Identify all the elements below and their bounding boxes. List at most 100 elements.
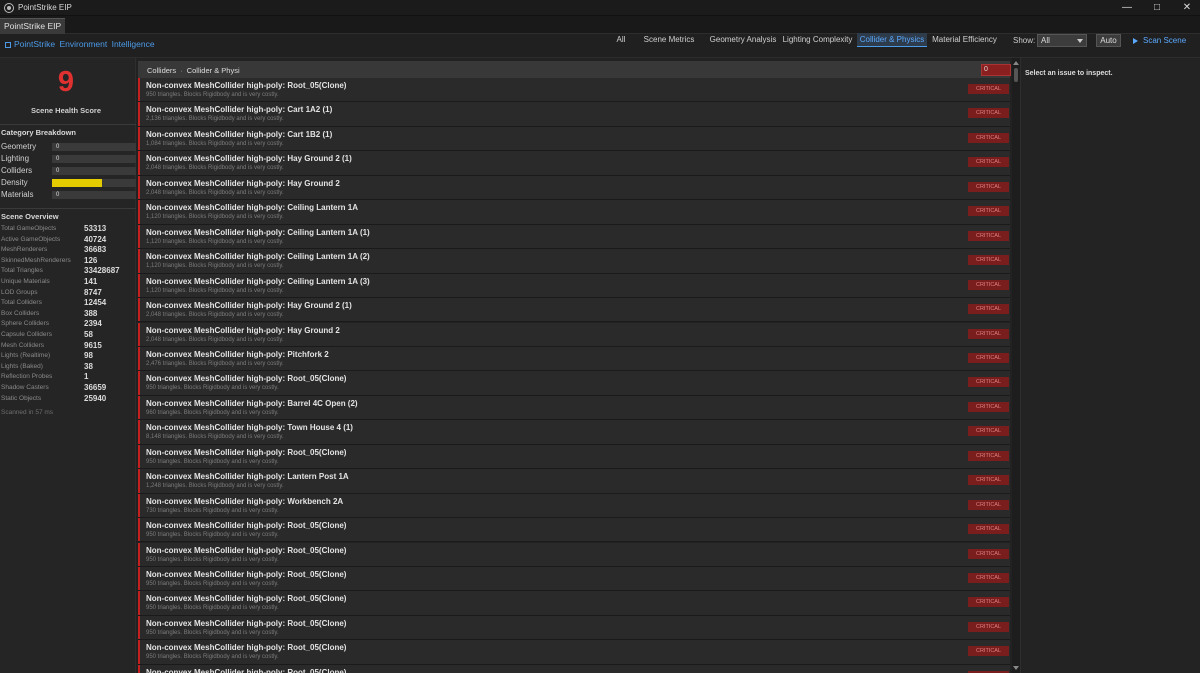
category-bar: 0 bbox=[52, 143, 136, 151]
issue-row[interactable]: Non-convex MeshCollider high-poly: Root_… bbox=[138, 567, 1010, 592]
overview-value: 12454 bbox=[84, 298, 107, 308]
scrollbar-thumb[interactable] bbox=[1014, 68, 1018, 82]
severity-stripe bbox=[138, 175, 140, 200]
issue-title: Non-convex MeshCollider high-poly: Hay G… bbox=[146, 178, 340, 188]
severity-stripe bbox=[138, 420, 140, 444]
tab-lighting-complexity[interactable]: Lighting Complexity bbox=[780, 33, 855, 47]
issue-description: 1,084 triangles. Blocks Rigidbody and is… bbox=[146, 140, 284, 147]
close-icon[interactable]: ✕ bbox=[1172, 0, 1200, 16]
severity-stripe bbox=[138, 542, 140, 566]
chevron-down-icon bbox=[1077, 39, 1083, 43]
tab-scene-metrics[interactable]: Scene Metrics bbox=[638, 33, 700, 47]
issue-title: Non-convex MeshCollider high-poly: Cart … bbox=[146, 129, 333, 139]
issue-row[interactable]: Non-convex MeshCollider high-poly: Cart … bbox=[138, 126, 1010, 152]
overview-row: Lights (Baked) 38 bbox=[1, 362, 135, 373]
severity-badge: CRITICAL bbox=[968, 597, 1009, 608]
auto-button[interactable]: Auto bbox=[1096, 34, 1121, 47]
show-filter-select[interactable]: All bbox=[1037, 34, 1087, 47]
tab-collider-physics[interactable]: Collider & Physics bbox=[857, 33, 927, 47]
overview-row: Total Triangles 33428687 bbox=[1, 266, 135, 277]
category-row: Materials 0 bbox=[1, 189, 136, 201]
health-score-label: Scene Health Score bbox=[30, 106, 102, 115]
overview-label: Lights (Realtime) bbox=[1, 352, 51, 360]
brand-title: PointStrike Environment Intelligence bbox=[5, 39, 157, 49]
category-name: Colliders bbox=[1, 166, 33, 175]
issue-row[interactable]: Non-convex MeshCollider high-poly: Root_… bbox=[138, 664, 1010, 673]
tab-geometry-analysis[interactable]: Geometry Analysis bbox=[705, 33, 781, 47]
issue-row[interactable]: Non-convex MeshCollider high-poly: Root_… bbox=[138, 78, 1010, 103]
issue-title: Non-convex MeshCollider high-poly: Root_… bbox=[146, 521, 347, 531]
issue-description: 2,048 triangles. Blocks Rigidbody and is… bbox=[146, 189, 284, 196]
issue-description: 1,120 triangles. Blocks Rigidbody and is… bbox=[146, 214, 284, 221]
overview-value: 53313 bbox=[84, 224, 107, 233]
issue-row[interactable]: Non-convex MeshCollider high-poly: Root_… bbox=[138, 542, 1010, 567]
list-scrollbar[interactable] bbox=[1012, 58, 1020, 673]
scan-scene-button[interactable]: Scan Scene bbox=[1127, 34, 1195, 47]
issue-row[interactable]: Non-convex MeshCollider high-poly: Pitch… bbox=[138, 346, 1010, 372]
issue-description: 2,048 triangles. Blocks Rigidbody and is… bbox=[146, 165, 284, 172]
issue-row[interactable]: Non-convex MeshCollider high-poly: Ceili… bbox=[138, 273, 1010, 298]
overview-value: 98 bbox=[84, 351, 93, 361]
severity-badge: CRITICAL bbox=[968, 475, 1009, 486]
issue-row[interactable]: Non-convex MeshCollider high-poly: Root_… bbox=[138, 371, 1010, 396]
category-bar-fill bbox=[52, 179, 102, 187]
window-title: PointStrike EIP bbox=[18, 3, 72, 12]
maximize-icon[interactable]: □ bbox=[1142, 0, 1172, 16]
scroll-up-icon[interactable] bbox=[1013, 61, 1019, 65]
issue-row[interactable]: Non-convex MeshCollider high-poly: Root_… bbox=[138, 518, 1010, 543]
overview-label: Total Colliders bbox=[1, 299, 42, 307]
category-row: Density bbox=[1, 177, 136, 189]
issue-row[interactable]: Non-convex MeshCollider high-poly: Hay G… bbox=[138, 151, 1010, 176]
issue-row[interactable]: Non-convex MeshCollider high-poly: Ceili… bbox=[138, 249, 1010, 274]
breadcrumb-separator: · bbox=[180, 66, 183, 75]
overview-label: Lights (Baked) bbox=[1, 362, 43, 370]
play-icon bbox=[1133, 38, 1138, 44]
inspector-panel: Select an issue to inspect. bbox=[1020, 58, 1200, 673]
issue-description: 950 triangles. Blocks Rigidbody and is v… bbox=[146, 385, 279, 392]
title-bar: PointStrike EIP — □ ✕ bbox=[0, 0, 1200, 16]
issue-title: Non-convex MeshCollider high-poly: Barre… bbox=[146, 398, 358, 408]
issue-row[interactable]: Non-convex MeshCollider high-poly: Ceili… bbox=[138, 224, 1010, 250]
overview-label: Mesh Colliders bbox=[1, 341, 44, 349]
issue-row[interactable]: Non-convex MeshCollider high-poly: Hay G… bbox=[138, 298, 1010, 323]
issue-row[interactable]: Non-convex MeshCollider high-poly: Workb… bbox=[138, 493, 1010, 519]
tab-material-efficiency[interactable]: Material Efficiency bbox=[929, 33, 1000, 47]
issue-row[interactable]: Non-convex MeshCollider high-poly: Root_… bbox=[138, 640, 1010, 665]
scroll-down-icon[interactable] bbox=[1013, 666, 1019, 670]
severity-stripe bbox=[138, 518, 140, 542]
issue-row[interactable]: Non-convex MeshCollider high-poly: Ceili… bbox=[138, 200, 1010, 225]
issue-row[interactable]: Non-convex MeshCollider high-poly: Hay G… bbox=[138, 322, 1010, 347]
issue-row[interactable]: Non-convex MeshCollider high-poly: Town … bbox=[138, 420, 1010, 445]
category-name: Density bbox=[1, 178, 28, 187]
severity-badge: CRITICAL bbox=[968, 304, 1009, 315]
issue-title: Non-convex MeshCollider high-poly: Hay G… bbox=[146, 325, 340, 335]
issue-row[interactable]: Non-convex MeshCollider high-poly: Barre… bbox=[138, 395, 1010, 421]
editor-tab[interactable]: PointStrike EIP bbox=[0, 18, 66, 34]
issue-row[interactable]: Non-convex MeshCollider high-poly: Lante… bbox=[138, 469, 1010, 494]
overview-label: Box Colliders bbox=[1, 309, 40, 317]
tab-all[interactable]: All bbox=[611, 33, 631, 47]
issue-row[interactable]: Non-convex MeshCollider high-poly: Cart … bbox=[138, 102, 1010, 127]
editor-tab-strip: PointStrike EIP bbox=[0, 16, 1200, 34]
severity-stripe bbox=[138, 273, 140, 297]
issue-row[interactable]: Non-convex MeshCollider high-poly: Root_… bbox=[138, 591, 1010, 616]
issue-row[interactable]: Non-convex MeshCollider high-poly: Hay G… bbox=[138, 175, 1010, 201]
overview-value: 2394 bbox=[84, 319, 102, 329]
severity-badge: CRITICAL bbox=[968, 84, 1009, 94]
category-bar: 0 bbox=[52, 167, 136, 175]
overview-label: MeshRenderers bbox=[1, 246, 48, 254]
severity-badge: CRITICAL bbox=[968, 499, 1009, 510]
issue-row[interactable]: Non-convex MeshCollider high-poly: Root_… bbox=[138, 615, 1010, 641]
issue-row[interactable]: Non-convex MeshCollider high-poly: Root_… bbox=[138, 444, 1010, 470]
overview-label: Active GameObjects bbox=[1, 235, 61, 243]
overview-row: Reflection Probes 1 bbox=[1, 372, 135, 383]
divider bbox=[0, 124, 136, 125]
category-row: Colliders 0 bbox=[1, 165, 136, 177]
minimize-icon[interactable]: — bbox=[1112, 0, 1142, 16]
issue-description: 8,148 triangles. Blocks Rigidbody and is… bbox=[146, 434, 284, 441]
overview-label: Total Triangles bbox=[1, 267, 43, 275]
issue-count-badge: 0 bbox=[981, 64, 1011, 76]
overview-row: MeshRenderers 36683 bbox=[1, 245, 135, 256]
overview-row: Active GameObjects 40724 bbox=[1, 235, 135, 246]
overview-value: 141 bbox=[84, 277, 98, 286]
